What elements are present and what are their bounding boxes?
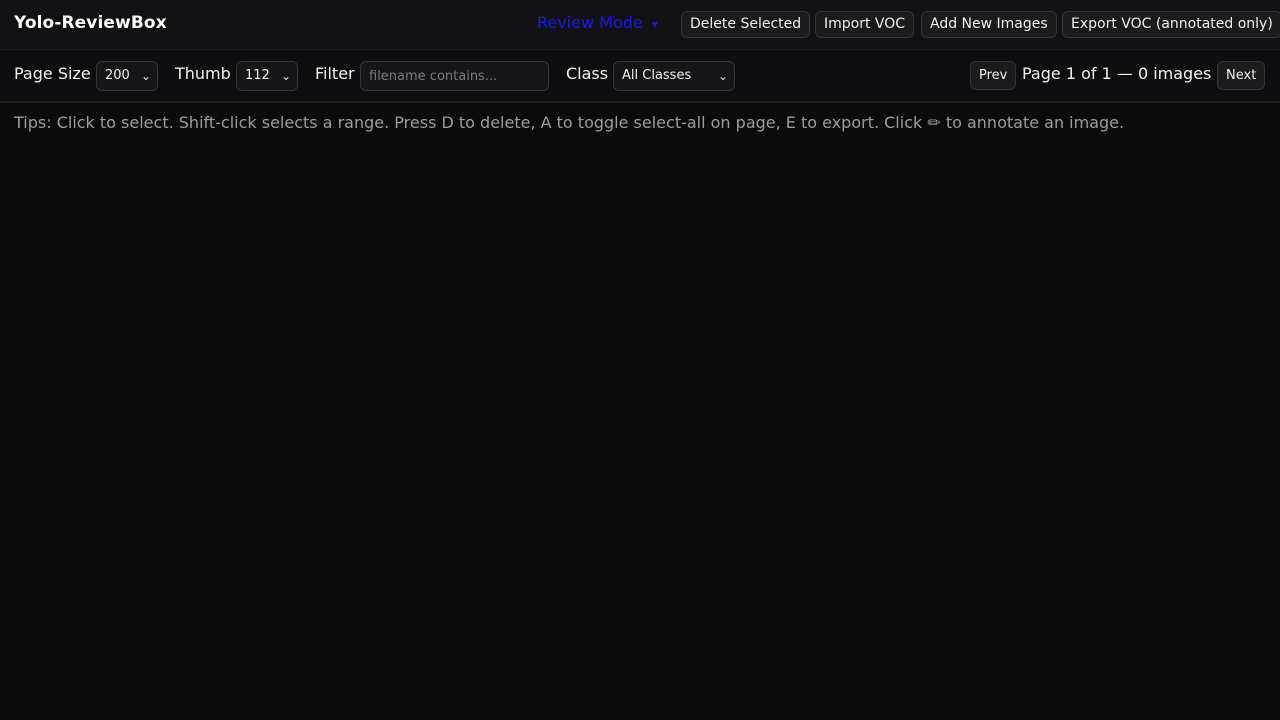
class-value: All Classes: [622, 68, 692, 83]
delete-selected-button[interactable]: Delete Selected: [681, 11, 811, 38]
filter-label: Filter: [315, 64, 355, 83]
chevron-down-icon: ▾: [651, 17, 658, 31]
chevron-down-icon: ⌄: [140, 69, 151, 83]
image-grid: [0, 140, 1280, 720]
export-voc-button[interactable]: Export VOC (annotated only): [1062, 11, 1280, 38]
thumb-size-select[interactable]: 112 ⌄: [236, 61, 298, 91]
page-info: Page 1 of 1 — 0 images: [1022, 64, 1212, 83]
class-select[interactable]: All Classes ⌄: [613, 61, 735, 91]
class-label: Class: [566, 64, 609, 83]
chevron-down-icon: ⌄: [717, 69, 728, 83]
chevron-down-icon: ⌄: [280, 69, 291, 83]
prev-page-button[interactable]: Prev: [970, 61, 1017, 90]
toolbar: Page Size 200 ⌄ Thumb 112 ⌄ Filter Class…: [0, 50, 1280, 103]
top-header: Yolo-ReviewBox Review Mode ▾ Delete Sele…: [0, 0, 1280, 50]
page-size-select[interactable]: 200 ⌄: [96, 61, 158, 91]
next-page-button[interactable]: Next: [1217, 61, 1266, 90]
thumb-label: Thumb: [175, 64, 231, 83]
review-mode-toggle[interactable]: Review Mode ▾: [537, 13, 658, 32]
page-size-value: 200: [105, 68, 130, 83]
import-voc-button[interactable]: Import VOC: [815, 11, 915, 38]
page-size-label: Page Size: [14, 64, 91, 83]
filter-input[interactable]: [360, 61, 549, 91]
tips-text: Tips: Click to select. Shift-click selec…: [14, 113, 1125, 132]
add-new-images-button[interactable]: Add New Images: [921, 11, 1057, 38]
review-mode-label: Review Mode: [537, 13, 643, 32]
thumb-size-value: 112: [245, 68, 270, 83]
app-title: Yolo-ReviewBox: [14, 13, 167, 33]
